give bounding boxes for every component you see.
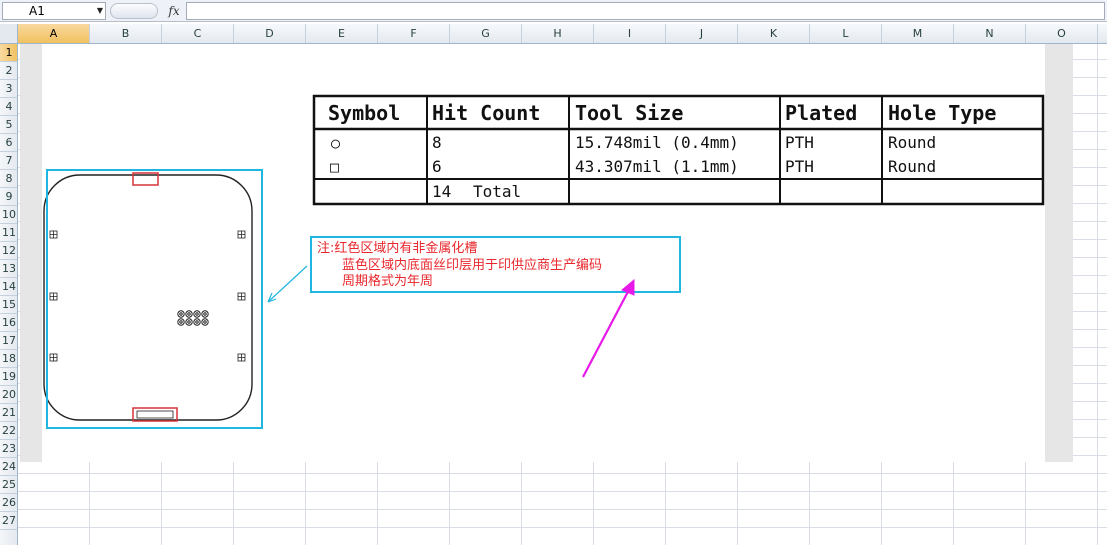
red-slot-bottom	[132, 407, 178, 422]
row-header-5[interactable]: 5	[0, 116, 17, 134]
note-line-1: 注:红色区域内有非金属化槽	[317, 240, 477, 256]
board-outline	[43, 174, 253, 421]
row-header-9[interactable]: 9	[0, 188, 17, 206]
row-header: 1 2 3 4 5 6 7 8 9 10 11 12 13 14 15 16 17 18 19 20 21 22 23 24 2…	[0, 44, 18, 545]
row-header-24[interactable]: 24	[0, 458, 17, 476]
round-holes	[177, 310, 209, 326]
row-header-8[interactable]: 8	[0, 170, 17, 188]
round-hole-icon	[185, 310, 193, 318]
row-header-3[interactable]: 3	[0, 80, 17, 98]
formula-bar-splitter[interactable]	[110, 3, 158, 19]
row-header-21[interactable]: 21	[0, 404, 17, 422]
row2-plated: PTH	[785, 157, 814, 176]
column-header-j[interactable]: J	[666, 24, 738, 43]
note-line-3: 周期格式为年周	[342, 273, 433, 289]
square-hole-icon	[237, 292, 246, 301]
row-header-13[interactable]: 13	[0, 260, 17, 278]
row-header-11[interactable]: 11	[0, 224, 17, 242]
name-box[interactable]: A1	[2, 2, 106, 20]
square-holes	[49, 230, 246, 362]
column-header: ABCDEFGHIJKLMNO	[0, 24, 1107, 44]
magenta-arrow	[582, 278, 635, 378]
row2-size: 43.307mil (1.1mm)	[575, 157, 739, 176]
header-hit-count: Hit Count	[432, 101, 540, 125]
square-hole-icon	[49, 353, 58, 362]
column-header-g[interactable]: G	[450, 24, 522, 43]
picture-frame: 注:红色区域内有非金属化槽 蓝色区域内底面丝印层用于印供应商生产编码 周期格式为…	[20, 44, 1073, 462]
column-header-d[interactable]: D	[234, 24, 306, 43]
note-line-2: 蓝色区域内底面丝印层用于印供应商生产编码	[342, 257, 602, 273]
row-header-1[interactable]: 1	[0, 44, 17, 62]
insert-function-button[interactable]: fx	[164, 2, 184, 20]
row1-count: 8	[432, 133, 442, 152]
row-header-2[interactable]: 2	[0, 62, 17, 80]
row1-symbol: ○	[331, 134, 340, 152]
row-header-27[interactable]: 27	[0, 512, 17, 530]
row-header-26[interactable]: 26	[0, 494, 17, 512]
row-header-15[interactable]: 15	[0, 296, 17, 314]
row2-symbol: □	[330, 158, 339, 176]
row-header-14[interactable]: 14	[0, 278, 17, 296]
round-hole-icon	[185, 318, 193, 326]
formula-bar: A1 ▼ fx	[0, 0, 1107, 22]
drawing-canvas: 注:红色区域内有非金属化槽 蓝色区域内底面丝印层用于印供应商生产编码 周期格式为…	[43, 94, 1045, 429]
row-header-25[interactable]: 25	[0, 476, 17, 494]
select-all-button[interactable]	[0, 24, 18, 43]
row-header-22[interactable]: 22	[0, 422, 17, 440]
note-leader-arrow	[267, 265, 308, 303]
round-hole-icon	[193, 310, 201, 318]
row-header-18[interactable]: 18	[0, 350, 17, 368]
column-header-l[interactable]: L	[810, 24, 882, 43]
square-hole-icon	[49, 230, 58, 239]
total-count: 14	[432, 182, 451, 201]
square-hole-icon	[49, 292, 58, 301]
row2-type: Round	[888, 157, 936, 176]
row-header-7[interactable]: 7	[0, 152, 17, 170]
header-symbol: Symbol	[328, 101, 400, 125]
row1-type: Round	[888, 133, 936, 152]
round-hole-icon	[201, 318, 209, 326]
column-header-f[interactable]: F	[378, 24, 450, 43]
column-header-i[interactable]: I	[594, 24, 666, 43]
header-hole-type: Hole Type	[888, 101, 996, 125]
column-header-k[interactable]: K	[738, 24, 810, 43]
row-header-12[interactable]: 12	[0, 242, 17, 260]
formula-input[interactable]	[186, 2, 1105, 20]
embedded-drawing[interactable]: 注:红色区域内有非金属化槽 蓝色区域内底面丝印层用于印供应商生产编码 周期格式为…	[42, 44, 1045, 462]
square-hole-icon	[237, 353, 246, 362]
round-hole-icon	[177, 318, 185, 326]
row1-size: 15.748mil (0.4mm)	[575, 133, 739, 152]
column-header-o[interactable]: O	[1026, 24, 1098, 43]
blue-region-box	[46, 169, 263, 429]
header-plated: Plated	[785, 101, 857, 125]
column-header-h[interactable]: H	[522, 24, 594, 43]
row2-count: 6	[432, 157, 442, 176]
row1-plated: PTH	[785, 133, 814, 152]
column-header-a[interactable]: A	[18, 24, 90, 43]
row-header-23[interactable]: 23	[0, 440, 17, 458]
slot-inner-bottom	[136, 410, 174, 419]
column-header-c[interactable]: C	[162, 24, 234, 43]
row-header-6[interactable]: 6	[0, 134, 17, 152]
drill-table-text: Symbol Hit Count Tool Size Plated Hole T…	[328, 101, 996, 201]
row-header-17[interactable]: 17	[0, 332, 17, 350]
round-hole-icon	[201, 310, 209, 318]
chevron-down-icon[interactable]: ▼	[94, 2, 106, 20]
row-header-10[interactable]: 10	[0, 206, 17, 224]
round-hole-icon	[193, 318, 201, 326]
square-hole-icon	[237, 230, 246, 239]
column-header-n[interactable]: N	[954, 24, 1026, 43]
column-header-b[interactable]: B	[90, 24, 162, 43]
column-header-m[interactable]: M	[882, 24, 954, 43]
total-label: Total	[473, 182, 521, 201]
column-header-e[interactable]: E	[306, 24, 378, 43]
row-header-4[interactable]: 4	[0, 98, 17, 116]
header-tool-size: Tool Size	[575, 101, 683, 125]
row-header-16[interactable]: 16	[0, 314, 17, 332]
row-header-19[interactable]: 19	[0, 368, 17, 386]
row-header-20[interactable]: 20	[0, 386, 17, 404]
round-hole-icon	[177, 310, 185, 318]
